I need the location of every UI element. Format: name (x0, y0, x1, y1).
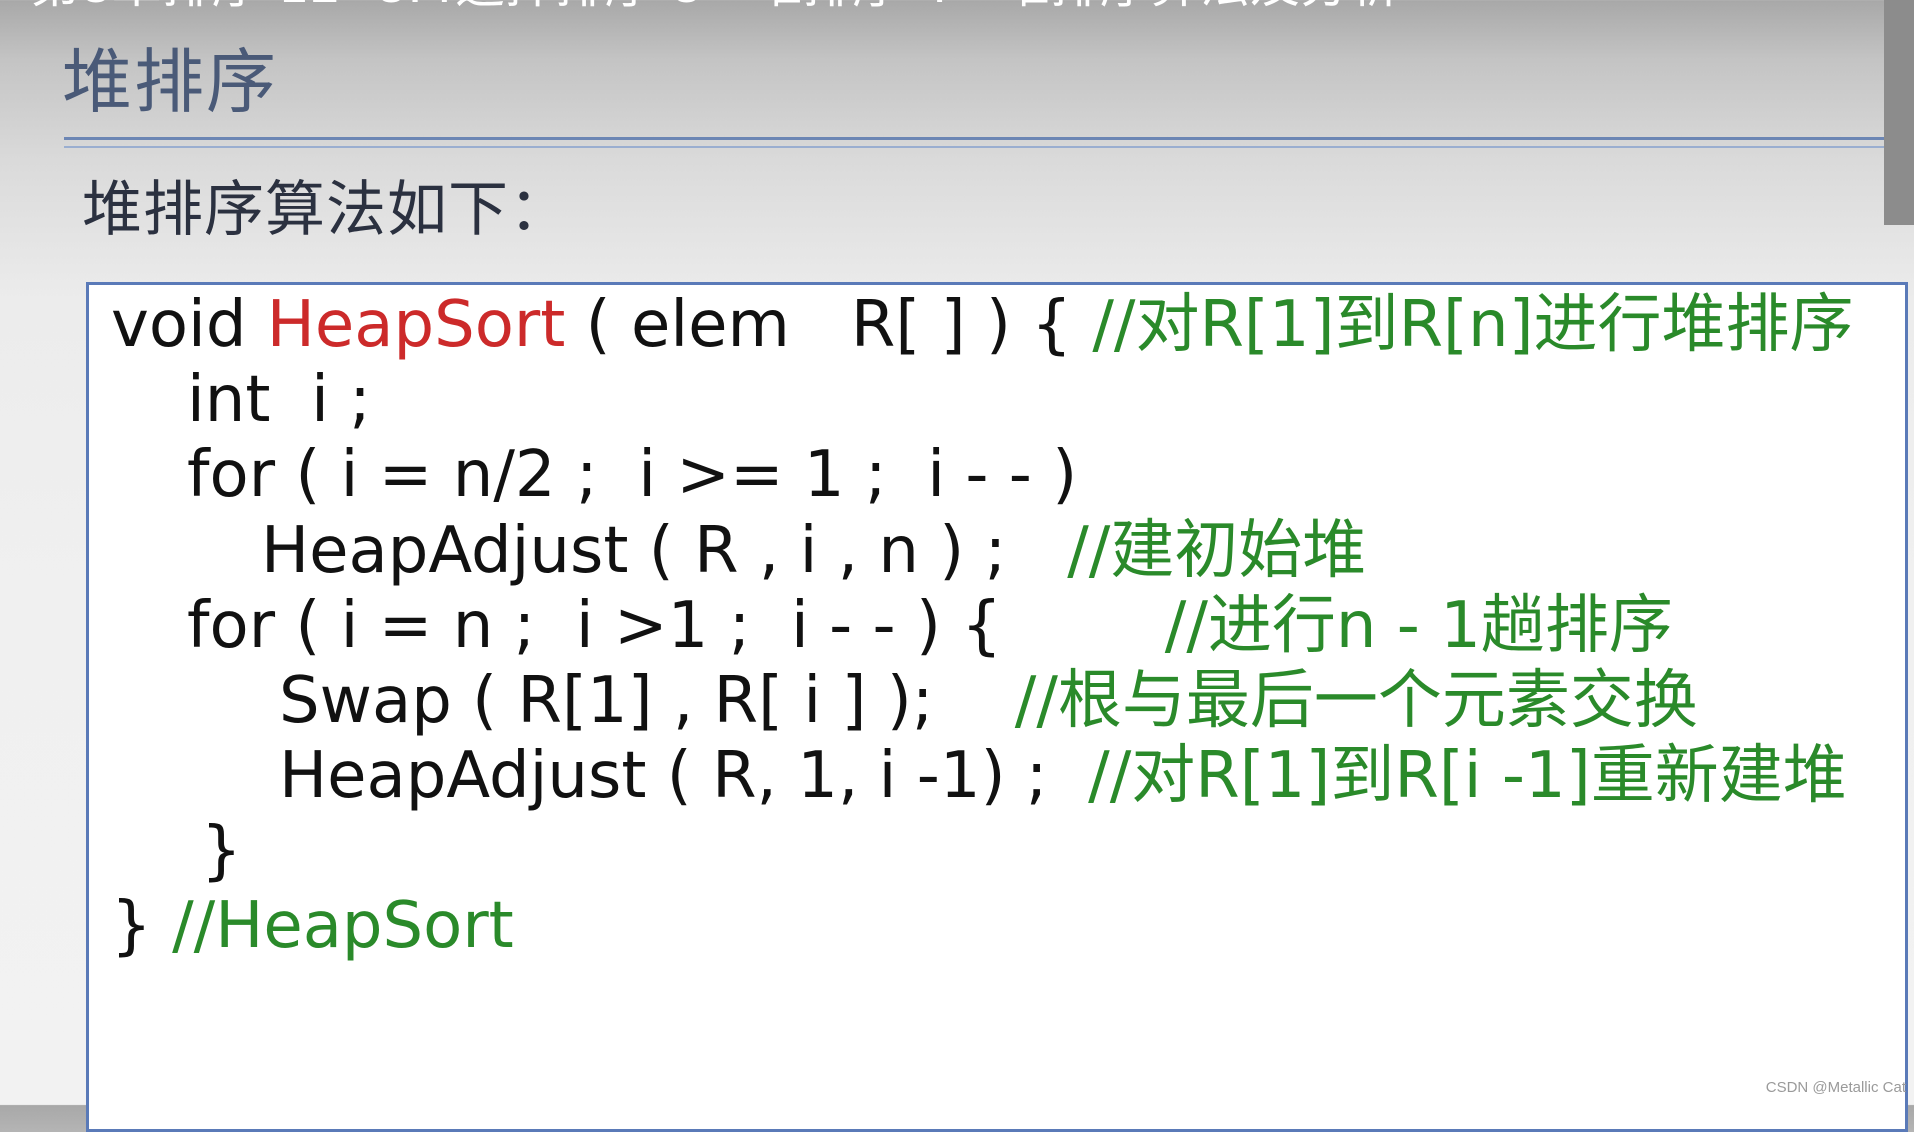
code-line-1-prefix: void (111, 288, 267, 362)
code-block: void HeapSort ( elem R[ ] ) { //对R[1]到R[… (86, 282, 1908, 1132)
code-line-7-comment: //对R[1]到R[i -1]重新建堆 (1088, 739, 1847, 813)
code-line-9-comment: //HeapSort (172, 889, 514, 963)
code-line-4: HeapAdjust ( R , i , n ) ; //建初始堆 (261, 511, 1366, 591)
code-line-6: Swap ( R[1] , R[ i ] ); //根与最后一个元素交换 (279, 661, 1698, 741)
code-line-2: int i ; (187, 363, 371, 437)
code-line-3: for ( i = n/2 ; i >= 1 ; i - - ) (187, 438, 1078, 512)
code-line-5-code: for ( i = n ; i >1 ; i - - ) { (187, 589, 1165, 663)
watermark: CSDN @Metallic Cat (1765, 1079, 1906, 1096)
code-line-5-comment: //进行n - 1趟排序 (1164, 589, 1673, 663)
top-cropped-header-text: 第8章排序 12 -8.4选择排序 8 - 堆排序 4 - 堆排序算法及分析 (30, 0, 1400, 10)
code-line-6-comment: //根与最后一个元素交换 (1014, 664, 1698, 738)
function-name-heapsort: HeapSort (266, 288, 566, 362)
code-line-1-comment: //对R[1]到R[n]进行堆排序 (1092, 288, 1854, 362)
code-line-7-code: HeapAdjust ( R, 1, i -1) ; (279, 739, 1089, 813)
code-line-9-code: } (111, 889, 173, 963)
code-line-4-code: HeapAdjust ( R , i , n ) ; (261, 514, 1068, 588)
code-line-1: void HeapSort ( elem R[ ] ) { //对R[1]到R[… (111, 285, 1854, 365)
code-line-5: for ( i = n ; i >1 ; i - - ) { //进行n - 1… (187, 586, 1673, 666)
intro-text: 堆排序算法如下： (82, 175, 570, 245)
title-divider-secondary (64, 146, 1884, 148)
code-line-8: } (201, 814, 242, 888)
title-divider (64, 137, 1884, 140)
top-cropped-header: 第8章排序 12 -8.4选择排序 8 - 堆排序 4 - 堆排序算法及分析 (0, 0, 1914, 14)
code-line-6-code: Swap ( R[1] , R[ i ] ); (279, 664, 1015, 738)
code-line-9: } //HeapSort (111, 886, 514, 966)
code-line-4-comment: //建初始堆 (1067, 514, 1367, 588)
code-line-7: HeapAdjust ( R, 1, i -1) ; //对R[1]到R[i -… (279, 736, 1847, 816)
code-line-1-signature: ( elem R[ ] ) { (565, 288, 1093, 362)
slide-title: 堆排序 (62, 41, 278, 123)
right-edge-scrollbar (1884, 0, 1914, 225)
